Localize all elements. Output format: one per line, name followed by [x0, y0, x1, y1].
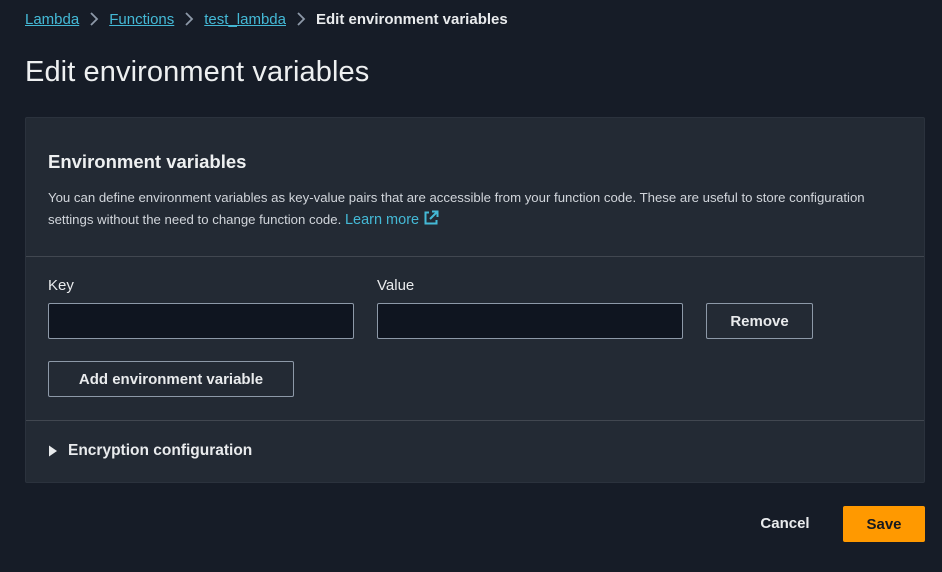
key-input[interactable]	[48, 303, 354, 339]
environment-variables-panel: Environment variables You can define env…	[25, 117, 925, 483]
chevron-right-icon	[79, 12, 109, 26]
caret-right-icon	[48, 445, 58, 457]
learn-more-label: Learn more	[344, 212, 420, 228]
learn-more-link[interactable]: Learn more	[344, 210, 439, 228]
breadcrumb-functions[interactable]: Functions	[109, 11, 174, 28]
description-text: You can define environment variables as …	[48, 190, 865, 227]
add-environment-variable-button[interactable]: Add environment variable	[48, 361, 294, 397]
breadcrumb-lambda[interactable]: Lambda	[25, 11, 79, 28]
key-label: Key	[48, 277, 74, 294]
encryption-configuration-toggle[interactable]: Encryption configuration	[48, 442, 252, 460]
value-input[interactable]	[377, 303, 683, 339]
panel-header: Environment variables You can define env…	[26, 118, 924, 257]
save-button[interactable]: Save	[843, 506, 925, 542]
panel-title: Environment variables	[48, 151, 247, 172]
breadcrumb: Lambda Functions test_lambda Edit enviro…	[25, 8, 508, 30]
external-link-icon	[423, 210, 439, 233]
value-label: Value	[377, 277, 415, 294]
divider	[26, 420, 924, 421]
panel-description: You can define environment variables as …	[48, 187, 908, 233]
breadcrumb-current: Edit environment variables	[315, 10, 508, 28]
breadcrumb-test-lambda[interactable]: test_lambda	[204, 11, 286, 28]
remove-button[interactable]: Remove	[706, 303, 813, 339]
encryption-configuration-label: Encryption configuration	[68, 442, 253, 459]
cancel-button[interactable]: Cancel	[745, 506, 825, 540]
chevron-right-icon	[286, 12, 316, 26]
chevron-right-icon	[174, 12, 204, 26]
page-title: Edit environment variables	[25, 56, 370, 88]
